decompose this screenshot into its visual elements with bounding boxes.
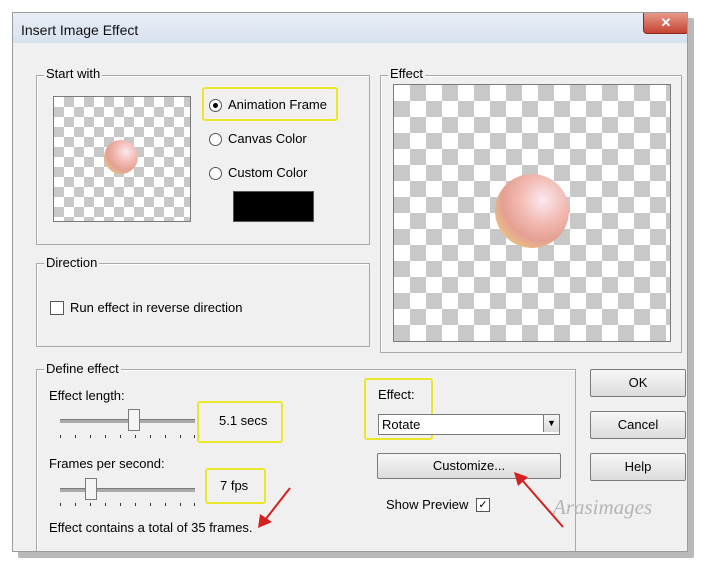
arrow-to-total-frames [258, 487, 291, 528]
annotation-arrows [258, 472, 564, 528]
arrow-to-customize [514, 472, 564, 528]
